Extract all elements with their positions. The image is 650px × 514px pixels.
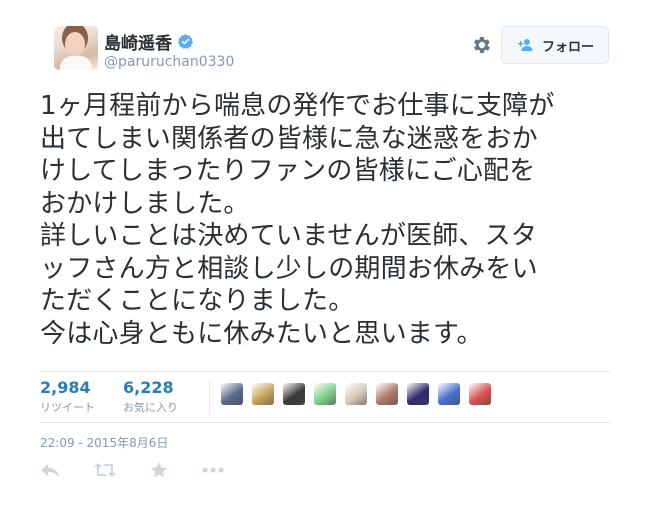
retweet-icon [94, 463, 116, 477]
favorite-button[interactable] [150, 461, 168, 479]
liker-avatar-4[interactable] [314, 383, 336, 405]
user-handle[interactable]: @paruruchan0330 [104, 54, 234, 70]
reply-icon [41, 464, 59, 477]
name-row: 島崎遥香 [104, 29, 194, 54]
liker-avatar-2[interactable] [252, 383, 274, 405]
liker-avatar-8[interactable] [438, 383, 460, 405]
star-icon [150, 462, 168, 478]
liker-avatar-3[interactable] [283, 383, 305, 405]
tweet-actions [40, 461, 258, 479]
retweet-button[interactable] [94, 462, 116, 478]
verified-badge-icon [177, 34, 194, 49]
stats-bottom-divider [40, 422, 610, 423]
reply-button[interactable] [40, 462, 60, 478]
like-stat[interactable]: 6,228 お気に入り [123, 378, 178, 415]
tweet-header: 島崎遥香 @paruruchan0330 フォロー [54, 24, 614, 74]
likers-list [221, 383, 500, 405]
follow-button-label: フォロー [541, 39, 594, 55]
more-icon [202, 467, 224, 473]
retweet-count: 2,984 [40, 378, 91, 397]
user-name[interactable]: 島崎遥香 [104, 29, 172, 54]
tweet-text: 1ヶ月程前から喘息の発作でお仕事に支障が 出てしまい関係者の皆様に急な迷惑をおか… [40, 91, 555, 349]
gear-icon[interactable] [470, 34, 492, 56]
more-button[interactable] [202, 466, 224, 474]
liker-avatar-1[interactable] [221, 383, 243, 405]
retweet-stat[interactable]: 2,984 リツイート [40, 378, 95, 415]
stats-separator [209, 380, 210, 414]
avatar[interactable] [54, 26, 98, 70]
like-count: 6,228 [123, 378, 174, 397]
stats-top-divider [40, 371, 610, 372]
avatar-dress [60, 56, 92, 70]
tweet-timestamp[interactable]: 22:09 - 2015年8月6日 [40, 434, 168, 451]
avatar-face [65, 32, 85, 56]
liker-avatar-9[interactable] [469, 383, 491, 405]
liker-avatar-5[interactable] [345, 383, 367, 405]
add-user-icon [517, 39, 533, 51]
liker-avatar-6[interactable] [376, 383, 398, 405]
follow-button[interactable]: フォロー [501, 26, 609, 64]
liker-avatar-7[interactable] [407, 383, 429, 405]
retweet-label: リツイート [40, 401, 95, 414]
like-label: お気に入り [123, 401, 178, 414]
